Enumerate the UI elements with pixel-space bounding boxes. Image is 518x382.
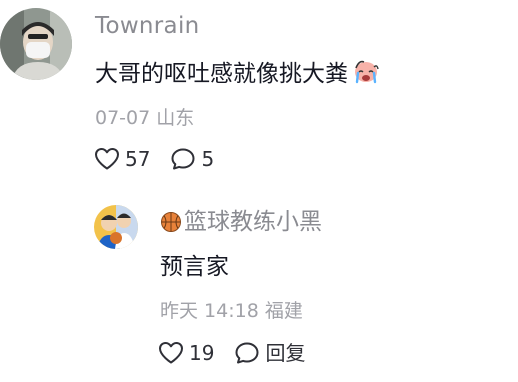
reply-comment-reply-button[interactable]: 回复 <box>234 340 305 366</box>
main-comment-reply-button[interactable]: 5 <box>170 146 214 172</box>
heart-icon <box>158 341 184 365</box>
reply-comment-text: 预言家 <box>160 254 229 280</box>
main-comment-location: 山东 <box>156 107 195 129</box>
reply-comment-meta: 昨天 14:18 福建 <box>160 299 303 323</box>
reply-comment-actions: 19 回复 <box>158 340 325 366</box>
main-comment-like-count: 57 <box>125 147 151 171</box>
main-comment-body: 大哥的呕吐感就像挑大粪 <box>95 61 348 87</box>
main-comment-date: 07-07 <box>95 107 151 129</box>
reply-comment-like-count: 19 <box>189 341 215 365</box>
main-comment-like-button[interactable]: 57 <box>94 146 150 172</box>
main-comment-avatar[interactable] <box>0 8 72 80</box>
comment-bubble-icon <box>234 341 260 365</box>
reply-comment-username-text[interactable]: 篮球教练小黑 <box>184 209 322 235</box>
reply-comment-location: 福建 <box>264 300 303 322</box>
basketball-icon <box>160 211 182 240</box>
main-comment-username[interactable]: Townrain <box>95 12 200 40</box>
reply-comment-avatar[interactable] <box>94 205 138 249</box>
main-comment-meta: 07-07 山东 <box>95 106 194 130</box>
main-comment-text: 大哥的呕吐感就像挑大粪 <box>95 58 380 94</box>
main-comment-actions: 57 5 <box>94 146 234 172</box>
comment-bubble-icon <box>170 147 196 171</box>
heart-icon <box>94 147 120 171</box>
reply-comment-username[interactable]: 篮球教练小黑 <box>160 208 322 240</box>
reply-comment-date: 昨天 14:18 <box>160 300 259 322</box>
main-comment-reply-count: 5 <box>201 147 215 171</box>
reply-comment-reply-label[interactable]: 回复 <box>265 340 305 366</box>
reply-comment-like-button[interactable]: 19 <box>158 340 214 366</box>
crying-face-emoji-icon <box>352 58 380 94</box>
